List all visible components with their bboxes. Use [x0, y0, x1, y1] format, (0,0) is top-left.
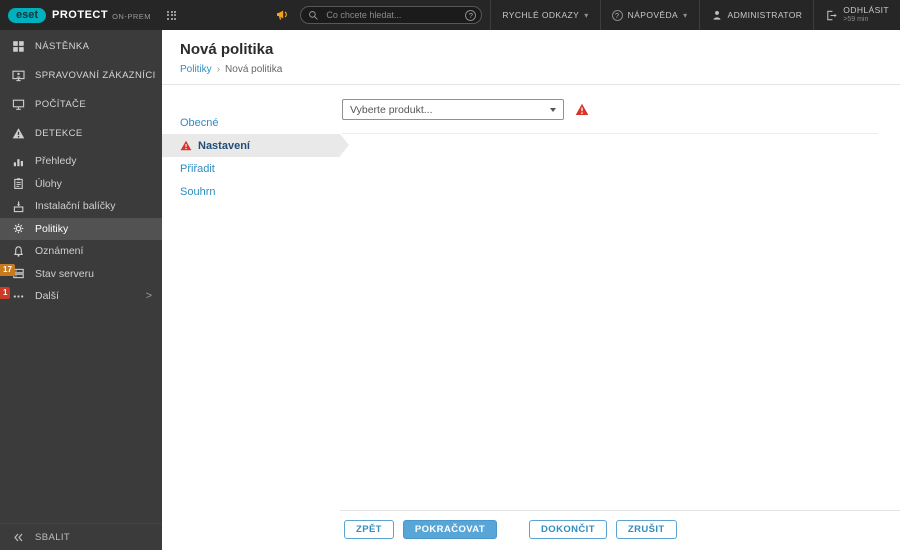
wizard-step-label: Nastavení	[198, 139, 250, 152]
detections-icon	[12, 127, 25, 140]
search-help-icon[interactable]: ?	[465, 9, 477, 21]
sidebar-item-reports[interactable]: Přehledy	[0, 150, 162, 173]
more-icon	[12, 290, 25, 303]
sidebar-item-dashboard[interactable]: NÁSTĚNKA	[0, 32, 162, 61]
sidebar-item-detections[interactable]: DETEKCE	[0, 119, 162, 148]
announcements-icon[interactable]	[276, 8, 291, 22]
eset-logo-oval: eset	[8, 7, 47, 23]
sidebar-collapse-button[interactable]: SBALIT	[0, 523, 162, 550]
policies-icon	[12, 222, 25, 235]
alert-count-badge[interactable]: 17	[0, 264, 15, 276]
wizard-step-summary[interactable]: Souhrn	[162, 180, 340, 203]
search-icon	[308, 10, 319, 21]
sidebar-item-notifications[interactable]: Oznámení	[0, 240, 162, 263]
product-select-value: Vyberte produkt...	[350, 103, 433, 116]
top-bar: eset PROTECT ON-PREM ? RYCHLÉ ODKAZY ▾ ?	[0, 0, 900, 30]
installers-icon	[12, 200, 25, 213]
sidebar-item-label: Přehledy	[35, 155, 77, 168]
page-header: Nová politika Politiky › Nová politika	[162, 30, 900, 85]
sidebar-item-label: Politiky	[35, 222, 69, 235]
user-icon	[711, 9, 723, 21]
sidebar-item-managed-customers[interactable]: SPRAVOVANÍ ZÁKAZNÍCI	[0, 61, 162, 90]
sidebar-item-label: SPRAVOVANÍ ZÁKAZNÍCI	[35, 70, 156, 81]
breadcrumb: Politiky › Nová politika	[180, 64, 882, 75]
collapse-icon	[12, 531, 25, 544]
wizard-step-label: Přiřadit	[180, 162, 215, 175]
sidebar: NÁSTĚNKA SPRAVOVANÍ ZÁKAZNÍCI POČÍTAČE D…	[0, 30, 162, 550]
logout-icon	[825, 9, 838, 22]
user-label: ADMINISTRATOR	[727, 10, 803, 20]
wizard-step-label: Obecné	[180, 116, 219, 129]
sidebar-item-label: Stav serveru	[35, 267, 94, 280]
wizard-settings-panel: Vyberte produkt...	[340, 85, 900, 510]
breadcrumb-policies-link[interactable]: Politiky	[180, 64, 212, 75]
wizard-step-general[interactable]: Obecné	[162, 111, 340, 134]
sidebar-item-policies[interactable]: Politiky	[0, 217, 162, 240]
sidebar-item-label: POČÍTAČE	[35, 99, 87, 110]
chevron-down-icon: ▾	[683, 10, 688, 20]
sidebar-item-label: Oznámení	[35, 245, 84, 258]
search-input[interactable]	[324, 9, 461, 21]
customers-icon	[12, 69, 25, 82]
computers-icon	[12, 98, 25, 111]
validation-warning-icon	[575, 103, 589, 116]
page-title: Nová politika	[180, 41, 274, 58]
session-timer: >59 min	[843, 16, 869, 23]
product-edition: ON-PREM	[112, 11, 152, 21]
sidebar-item-more[interactable]: Další >	[0, 285, 162, 308]
sidebar-item-computers[interactable]: POČÍTAČE	[0, 90, 162, 119]
sidebar-item-label: NÁSTĚNKA	[35, 41, 90, 52]
help-icon: ?	[611, 9, 623, 21]
finish-button[interactable]: DOKONČIT	[529, 520, 607, 539]
wizard-footer: ZPĚT POKRAČOVAT DOKONČIT ZRUŠIT	[340, 510, 900, 550]
product-name: PROTECT	[52, 9, 109, 21]
chevron-down-icon: ▾	[584, 10, 589, 20]
wizard-step-assign[interactable]: Přiřadit	[162, 157, 340, 180]
global-search[interactable]: ?	[300, 6, 483, 24]
apps-grid-icon[interactable]	[167, 10, 177, 20]
wizard-steps-nav: Obecné Nastavení Přiřadit Souhrn	[162, 85, 349, 550]
tasks-icon	[12, 177, 25, 190]
breadcrumb-separator-icon: ›	[216, 64, 221, 75]
user-menu[interactable]: ADMINISTRATOR	[698, 0, 814, 30]
quick-links-menu[interactable]: RYCHLÉ ODKAZY ▾	[490, 0, 599, 30]
sidebar-item-installers[interactable]: Instalační balíčky	[0, 195, 162, 218]
back-button[interactable]: ZPĚT	[344, 520, 394, 539]
warning-icon	[180, 140, 192, 151]
quick-links-label: RYCHLÉ ODKAZY	[502, 10, 580, 20]
chevron-down-icon	[550, 107, 556, 112]
help-label: NÁPOVĚDA	[627, 10, 679, 20]
sidebar-item-tasks[interactable]: Úlohy	[0, 173, 162, 196]
sidebar-item-label: Další	[35, 290, 59, 303]
eset-logo: eset PROTECT ON-PREM	[8, 7, 152, 23]
chevron-right-icon: >	[145, 290, 152, 303]
reports-icon	[12, 155, 25, 168]
sidebar-item-label: Instalační balíčky	[35, 200, 116, 213]
alert-count-badge[interactable]: 1	[0, 287, 11, 299]
wizard-step-label: Souhrn	[180, 185, 216, 198]
sidebar-item-label: DETEKCE	[35, 128, 83, 139]
help-menu[interactable]: ? NÁPOVĚDA ▾	[599, 0, 699, 30]
sidebar-item-server-status[interactable]: Stav serveru	[0, 263, 162, 286]
breadcrumb-current: Nová politika	[225, 64, 283, 75]
notifications-icon	[12, 245, 25, 258]
sidebar-item-label: Úlohy	[35, 177, 62, 190]
collapse-label: SBALIT	[35, 531, 71, 543]
cancel-button[interactable]: ZRUŠIT	[615, 520, 677, 539]
product-select[interactable]: Vyberte produkt...	[342, 99, 564, 120]
wizard-step-settings[interactable]: Nastavení	[162, 134, 349, 157]
continue-button[interactable]: POKRAČOVAT	[402, 520, 498, 539]
main-content: Nová politika Politiky › Nová politika O…	[162, 30, 900, 550]
logout-button[interactable]: ODHLÁSIT >59 min	[813, 0, 900, 30]
logout-label: ODHLÁSIT	[843, 5, 889, 15]
dashboard-icon	[12, 40, 25, 53]
